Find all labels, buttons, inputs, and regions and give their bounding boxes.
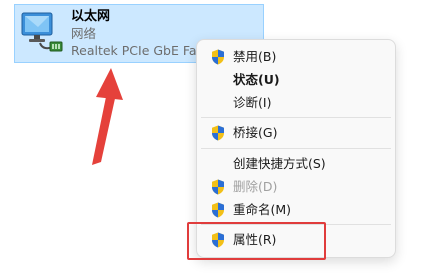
shield-icon [212, 179, 224, 195]
menu-item-label: 诊断(I) [233, 95, 272, 110]
menu-item-label: 状态(U) [233, 72, 280, 87]
menu-item-diagnose[interactable]: 诊断(I) [201, 92, 391, 114]
shield-icon [212, 125, 224, 141]
menu-item-rename[interactable]: 重命名(M) [201, 199, 391, 221]
adapter-network-status: 网络 [71, 26, 97, 41]
adapter-name: 以太网 [71, 9, 111, 24]
menu-item-bridge[interactable]: 桥接(G) [201, 122, 391, 144]
shield-icon [212, 49, 224, 65]
network-adapter-icon [21, 12, 63, 52]
menu-item-delete: 删除(D) [201, 176, 391, 198]
menu-item-label: 禁用(B) [233, 49, 277, 64]
menu-item-label: 删除(D) [233, 179, 278, 194]
menu-item-label: 创建快捷方式(S) [233, 156, 326, 171]
menu-item-create-shortcut[interactable]: 创建快捷方式(S) [201, 153, 391, 175]
menu-item-label: 重命名(M) [233, 202, 292, 217]
menu-separator [201, 117, 391, 118]
shield-icon [212, 202, 224, 218]
annotation-highlight-box [187, 222, 326, 260]
menu-separator [201, 148, 391, 149]
menu-item-status[interactable]: 状态(U) [201, 69, 391, 91]
menu-item-label: 桥接(G) [233, 125, 278, 140]
menu-item-disable[interactable]: 禁用(B) [201, 46, 391, 68]
adapter-device-name: Realtek PCIe GbE Fam [71, 43, 209, 58]
